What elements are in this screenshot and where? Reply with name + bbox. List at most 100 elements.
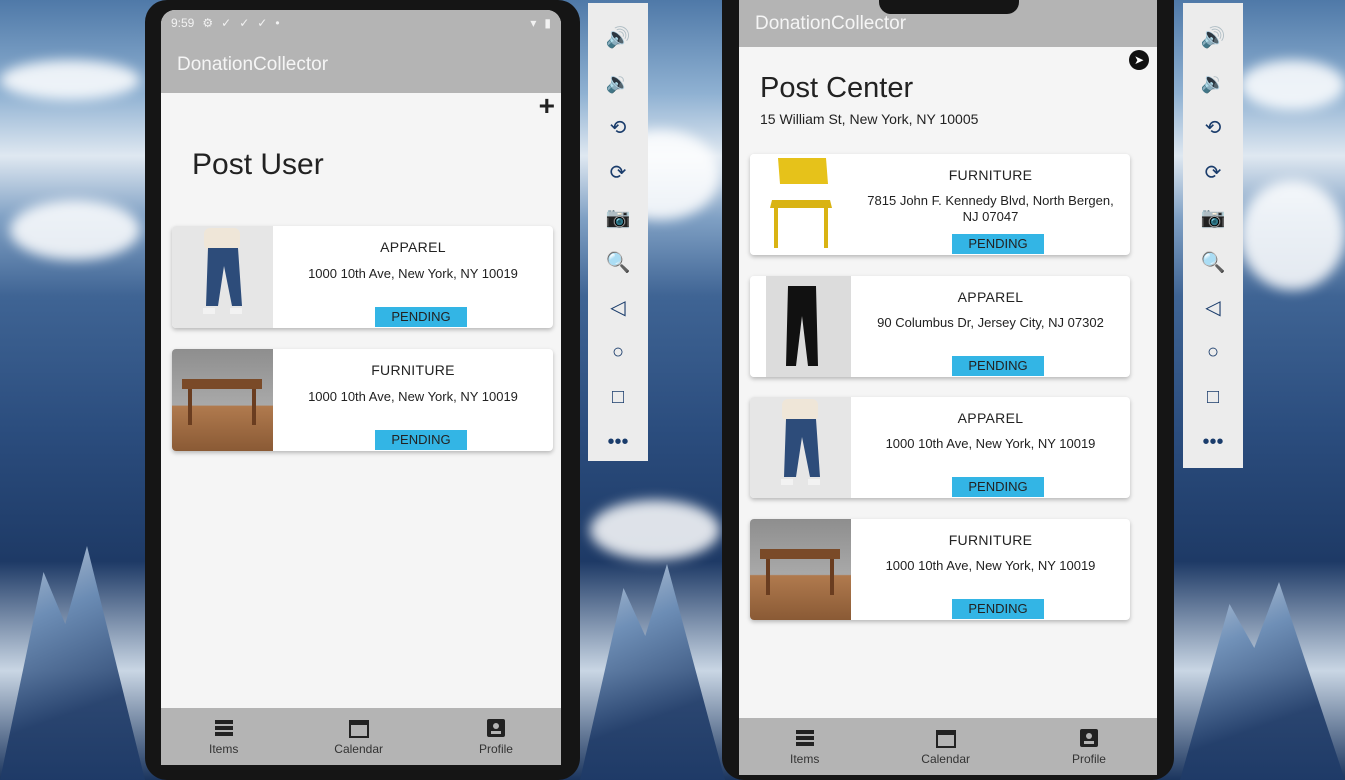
- page-subtitle: 15 William St, New York, NY 10005: [760, 111, 979, 127]
- back-icon[interactable]: ◁: [602, 291, 634, 323]
- nav-label: Profile: [1071, 752, 1106, 766]
- app-title: DonationCollector: [177, 53, 329, 75]
- nav-profile[interactable]: Profile: [479, 717, 513, 756]
- rotate-left-icon[interactable]: ⟲: [1197, 111, 1229, 143]
- item-thumbnail: [172, 349, 273, 451]
- profile-icon: [1079, 729, 1098, 747]
- nav-items[interactable]: Items: [209, 717, 238, 756]
- profile-icon: [486, 719, 505, 737]
- rotate-right-icon[interactable]: ⟳: [1197, 156, 1229, 188]
- status-badge: PENDING: [952, 477, 1044, 497]
- right-phone-frame: DonationCollector ➤ Post Center 15 Willi…: [722, 0, 1174, 780]
- nav-label: Calendar: [921, 752, 970, 766]
- item-address: 90 Columbus Dr, Jersey City, NJ 07302: [877, 315, 1104, 330]
- nav-items[interactable]: Items: [790, 727, 819, 766]
- donation-card[interactable]: FURNITURE 7815 John F. Kennedy Blvd, Nor…: [750, 154, 1130, 255]
- list-icon: [795, 730, 814, 746]
- status-time: 9:59: [171, 16, 195, 30]
- donation-card[interactable]: APPAREL 1000 10th Ave, New York, NY 1001…: [750, 397, 1130, 498]
- donation-card[interactable]: APPAREL 1000 10th Ave, New York, NY 1001…: [172, 226, 553, 328]
- status-badge: PENDING: [952, 234, 1044, 254]
- page-title: Post Center: [760, 72, 914, 104]
- more-icon[interactable]: •••: [1197, 426, 1229, 458]
- overview-icon[interactable]: □: [1197, 381, 1229, 413]
- nav-calendar[interactable]: Calendar: [921, 727, 970, 766]
- item-address: 1000 10th Ave, New York, NY 10019: [885, 436, 1096, 451]
- camera-notch: [879, 0, 1019, 14]
- nav-label: Items: [789, 752, 820, 766]
- donation-card[interactable]: FURNITURE 1000 10th Ave, New York, NY 10…: [750, 519, 1130, 620]
- item-address: 7815 John F. Kennedy Blvd, North Bergen,…: [867, 193, 1114, 224]
- zoom-icon[interactable]: 🔍: [602, 246, 634, 278]
- background-mountain: [0, 546, 145, 780]
- home-icon[interactable]: ○: [1197, 336, 1229, 368]
- background-mountain: [1180, 582, 1345, 780]
- check-icon: ✓: [257, 16, 268, 30]
- compass-icon[interactable]: ➤: [1129, 50, 1149, 70]
- item-address: 1000 10th Ave, New York, NY 10019: [885, 558, 1096, 573]
- status-badge: PENDING: [375, 430, 467, 450]
- status-badge: PENDING: [375, 307, 467, 327]
- bottom-nav: Items Calendar Profile: [739, 718, 1157, 775]
- camera-icon[interactable]: 📷: [1197, 201, 1229, 233]
- item-address: 1000 10th Ave, New York, NY 10019: [308, 389, 518, 404]
- item-thumbnail: [750, 276, 851, 377]
- page-title: Post User: [192, 148, 324, 181]
- app-bar: DonationCollector: [161, 36, 561, 93]
- background-mountain: [580, 564, 725, 780]
- back-icon[interactable]: ◁: [1197, 291, 1229, 323]
- item-category: FURNITURE: [948, 167, 1033, 183]
- emulator-toolbar: 🔊 🔉 ⟲ ⟳ 📷 🔍 ◁ ○ □ •••: [1183, 3, 1243, 468]
- item-category: FURNITURE: [948, 532, 1033, 548]
- status-badge: PENDING: [952, 356, 1044, 376]
- dot-icon: •: [275, 16, 280, 30]
- emulator-toolbar: 🔊 🔉 ⟲ ⟳ 📷 🔍 ◁ ○ □ •••: [588, 3, 648, 461]
- settings-icon: ⚙: [202, 16, 214, 30]
- background-cloud: [1240, 60, 1345, 110]
- item-address: 1000 10th Ave, New York, NY 10019: [308, 266, 518, 281]
- item-category: APPAREL: [380, 239, 446, 255]
- rotate-left-icon[interactable]: ⟲: [602, 111, 634, 143]
- more-icon[interactable]: •••: [602, 426, 634, 458]
- left-phone-screen: 9:59 ⚙ ✓ ✓ ✓ • ▾ ▮ DonationCollector + P…: [161, 10, 561, 765]
- background-cloud: [10, 200, 140, 260]
- background-cloud: [1240, 180, 1345, 290]
- donation-card[interactable]: FURNITURE 1000 10th Ave, New York, NY 10…: [172, 349, 553, 451]
- background-cloud: [590, 500, 720, 560]
- check-icon: ✓: [239, 16, 250, 30]
- volume-down-icon[interactable]: 🔉: [1197, 66, 1229, 98]
- check-icon: ✓: [221, 16, 232, 30]
- volume-down-icon[interactable]: 🔉: [602, 66, 634, 98]
- item-category: APPAREL: [957, 410, 1024, 426]
- plus-icon[interactable]: +: [539, 90, 555, 122]
- camera-icon[interactable]: 📷: [602, 201, 634, 233]
- rotate-right-icon[interactable]: ⟳: [602, 156, 634, 188]
- overview-icon[interactable]: □: [602, 381, 634, 413]
- wifi-icon: ▾: [530, 16, 537, 30]
- calendar-icon: [935, 730, 956, 748]
- battery-icon: ▮: [544, 16, 551, 30]
- nav-profile[interactable]: Profile: [1072, 727, 1106, 766]
- bottom-nav: Items Calendar Profile: [161, 708, 561, 765]
- zoom-icon[interactable]: 🔍: [1197, 246, 1229, 278]
- background-cloud: [0, 60, 140, 100]
- volume-up-icon[interactable]: 🔊: [1197, 21, 1229, 53]
- item-category: APPAREL: [957, 289, 1024, 305]
- item-thumbnail: [750, 154, 851, 255]
- item-thumbnail: [172, 226, 273, 328]
- item-thumbnail: [750, 519, 851, 620]
- donation-card[interactable]: APPAREL 90 Columbus Dr, Jersey City, NJ …: [750, 276, 1130, 377]
- status-bar: 9:59 ⚙ ✓ ✓ ✓ • ▾ ▮: [161, 10, 561, 36]
- right-phone-screen: DonationCollector ➤ Post Center 15 Willi…: [739, 0, 1157, 775]
- volume-up-icon[interactable]: 🔊: [602, 21, 634, 53]
- home-icon[interactable]: ○: [602, 336, 634, 368]
- nav-label: Profile: [478, 742, 513, 756]
- calendar-icon: [348, 720, 369, 738]
- list-icon: [214, 720, 233, 736]
- nav-calendar[interactable]: Calendar: [334, 717, 383, 756]
- left-phone-frame: 9:59 ⚙ ✓ ✓ ✓ • ▾ ▮ DonationCollector + P…: [145, 0, 580, 780]
- nav-label: Calendar: [334, 742, 383, 756]
- item-category: FURNITURE: [371, 362, 455, 378]
- status-badge: PENDING: [952, 599, 1044, 619]
- item-thumbnail: [750, 397, 851, 498]
